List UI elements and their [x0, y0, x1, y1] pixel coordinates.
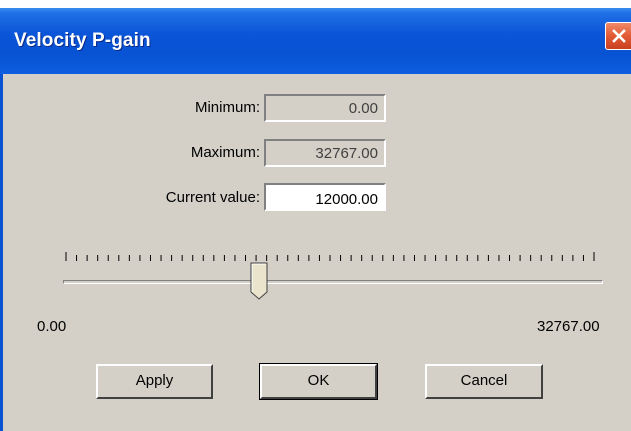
close-button[interactable]	[605, 22, 631, 50]
current-value-input[interactable]	[264, 183, 386, 211]
dialog-window: Velocity P-gain Minimum: 0.00 Maximum: 3…	[0, 0, 631, 431]
minimum-label: Minimum:	[194, 99, 260, 116]
window-title: Velocity P-gain	[14, 30, 151, 51]
apply-button[interactable]: Apply	[96, 364, 213, 399]
current-value-label: Current value:	[165, 189, 260, 206]
slider-ticks	[65, 252, 595, 261]
slider-track[interactable]	[63, 280, 603, 284]
maximum-label: Maximum:	[190, 144, 260, 161]
close-icon	[612, 29, 626, 43]
slider-thumb[interactable]	[250, 262, 268, 300]
slider-max-label: 32767.00	[537, 318, 600, 335]
minimum-field: 0.00	[264, 94, 386, 122]
cancel-button[interactable]: Cancel	[425, 364, 543, 399]
ok-button[interactable]: OK	[259, 363, 378, 400]
maximum-field: 32767.00	[264, 139, 386, 167]
title-bar[interactable]: Velocity P-gain	[0, 0, 631, 74]
slider-min-label: 0.00	[37, 318, 67, 335]
